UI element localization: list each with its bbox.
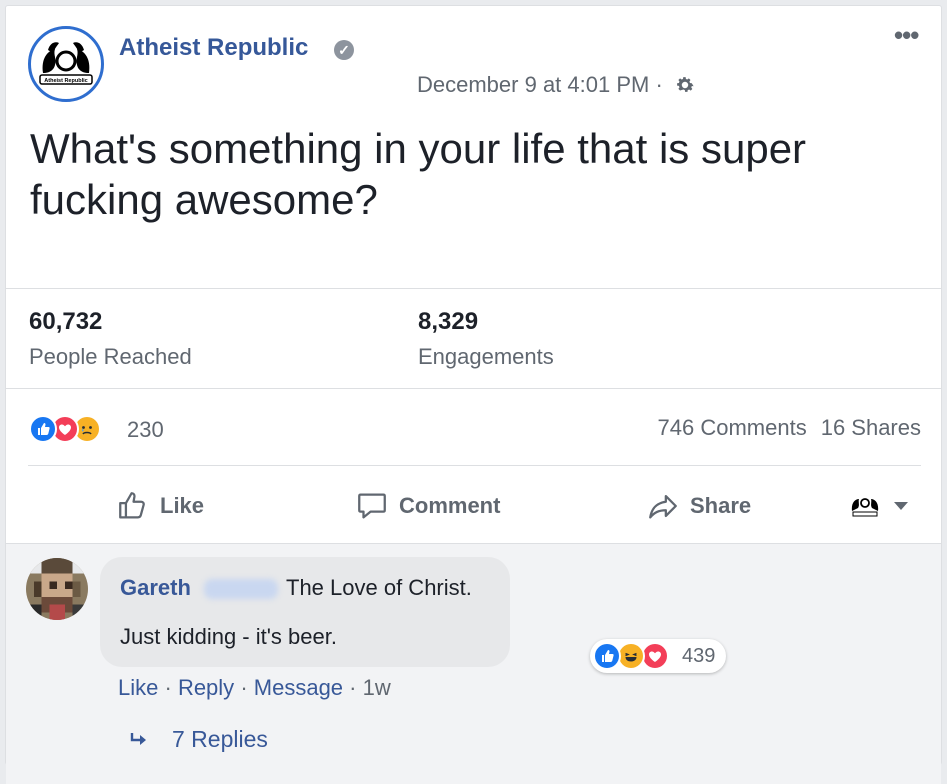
post-timestamp[interactable]: December 9 at 4:01 PM · — [417, 72, 663, 98]
verified-check-icon: ✓ — [334, 40, 354, 60]
page-name[interactable]: Atheist Republic — [119, 34, 308, 62]
shares-count[interactable]: 16 Shares — [821, 415, 921, 440]
like-button-label: Like — [160, 493, 205, 518]
post-header: Atheist Republic Atheist Republic ✓ Dece… — [6, 6, 941, 126]
thumbs-up-icon — [119, 492, 145, 519]
comment-like-link[interactable]: Like — [118, 675, 158, 700]
comment-reply-link[interactable]: Reply — [178, 675, 234, 700]
view-replies-link[interactable]: 7 Replies — [128, 726, 268, 753]
lions-logo-icon: Atheist Republic — [39, 42, 93, 85]
reaction-count[interactable]: 230 — [127, 417, 164, 443]
comments-section: Gareth The Love of Christ. Just kidding … — [6, 543, 941, 784]
comment-author[interactable]: Gareth — [120, 575, 191, 601]
gear-icon[interactable] — [674, 74, 696, 96]
page-logo-icon — [851, 498, 879, 517]
share-arrow-icon — [649, 494, 677, 519]
comments-count[interactable]: 746 Comments — [658, 415, 807, 440]
like-button[interactable]: Like — [116, 486, 204, 526]
comment-button-label: Comment — [399, 493, 501, 518]
engagements-label: Engagements — [418, 344, 554, 369]
divider — [28, 465, 921, 466]
comment-reaction-count: 439 — [682, 645, 716, 667]
like-reaction-icon — [29, 415, 57, 443]
comment-button[interactable]: Comment — [355, 486, 500, 526]
share-button-label: Share — [690, 493, 752, 518]
chevron-down-icon — [894, 502, 908, 510]
redacted-surname — [204, 579, 278, 599]
comment-bubble: Gareth The Love of Christ. Just kidding … — [100, 557, 726, 673]
share-button[interactable]: Share — [646, 486, 751, 526]
divider — [6, 288, 941, 289]
post-as-selector[interactable] — [849, 486, 919, 526]
love-reaction-icon — [641, 642, 669, 670]
comment-reactions[interactable]: 439 — [590, 639, 726, 673]
people-reached-value: 60,732 — [29, 308, 103, 335]
post-card: Atheist Republic Atheist Republic ✓ Dece… — [5, 5, 942, 784]
reply-arrow-icon — [130, 732, 146, 745]
comment-message-link[interactable]: Message — [254, 675, 343, 700]
divider — [6, 388, 941, 389]
comment-time[interactable]: 1w — [363, 675, 391, 700]
pixelated-avatar-icon — [26, 558, 88, 620]
people-reached-label: People Reached — [29, 344, 192, 369]
comment-actions: Like · Reply · Message · 1w — [118, 675, 391, 700]
commenter-avatar[interactable] — [26, 558, 88, 620]
post-text: What's something in your life that is su… — [30, 125, 807, 223]
engagements-value: 8,329 — [418, 308, 479, 335]
more-options-icon[interactable]: ••• — [894, 20, 919, 51]
engagement-counts: 746 Comments 16 Shares — [644, 415, 921, 441]
page-avatar[interactable]: Atheist Republic — [28, 26, 104, 102]
haha-reaction-icon — [617, 642, 645, 670]
replies-count-label: 7 Replies — [172, 726, 268, 752]
comment-bubble-icon — [358, 493, 386, 519]
comment-text-line1: The Love of Christ. — [286, 575, 472, 600]
logo-caption: Atheist Republic — [44, 78, 87, 84]
like-reaction-icon — [593, 642, 621, 670]
comment-text-line2: Just kidding - it's beer. — [120, 624, 337, 649]
